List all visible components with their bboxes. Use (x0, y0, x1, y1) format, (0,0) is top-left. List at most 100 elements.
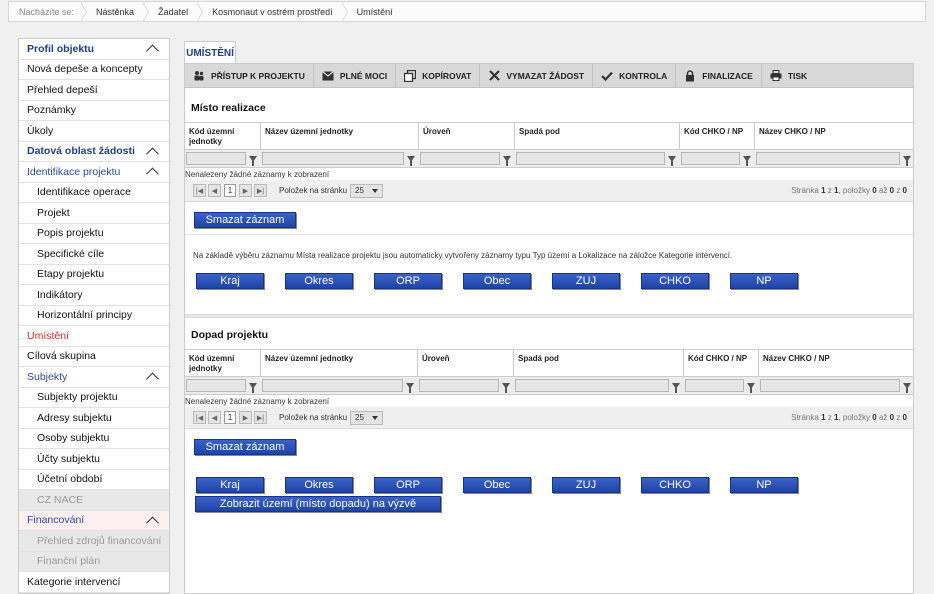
filter-input[interactable] (515, 379, 669, 392)
filter-icon[interactable] (672, 382, 680, 393)
col-spada-pod[interactable]: Spadá pod (515, 123, 680, 149)
chevron-up-icon[interactable] (146, 372, 159, 386)
col-spada-pod[interactable]: Spadá pod (514, 350, 684, 376)
filter-icon[interactable] (502, 382, 510, 393)
last-page-button[interactable]: ▶| (254, 411, 267, 424)
sidebar-item-7[interactable]: Identifikace operace (19, 183, 169, 203)
show-area-button[interactable]: Zobrazit území (místo dopadu) na výzvě (195, 496, 441, 512)
filter-input[interactable] (516, 152, 665, 165)
sidebar-item-8[interactable]: Projekt (19, 203, 169, 224)
level-button-kraj-dopad[interactable]: Kraj (196, 477, 264, 493)
finalize-button[interactable]: FINALIZACE (676, 64, 762, 87)
filter-input[interactable] (262, 152, 404, 165)
last-page-button[interactable]: ▶| (254, 184, 267, 197)
level-button-okres[interactable]: Okres (285, 273, 353, 289)
breadcrumb-item-zadatel[interactable]: Žadatel (142, 2, 200, 22)
print-button[interactable]: TISK (762, 64, 815, 87)
filter-nazev-chko[interactable] (759, 379, 913, 393)
filter-input[interactable] (756, 152, 900, 165)
sidebar-item-17[interactable]: Subjekty projektu (19, 388, 169, 408)
page-number[interactable]: 1 (224, 411, 236, 424)
chevron-up-icon[interactable] (146, 44, 159, 58)
sidebar-item-11[interactable]: Etapy projektu (19, 265, 169, 285)
filter-spada-pod[interactable] (514, 379, 684, 393)
col-nazev[interactable]: Název územní jednotky (261, 350, 418, 376)
level-button-obec[interactable]: Obec (463, 273, 531, 289)
filter-spada-pod[interactable] (515, 152, 680, 166)
level-button-zuj-dopad[interactable]: ZUJ (552, 477, 620, 493)
level-button-chko[interactable]: CHKO (641, 273, 709, 289)
sidebar-item-12[interactable]: Indikátory (19, 285, 169, 306)
col-kod[interactable]: Kód územní jednotky (185, 350, 261, 376)
sidebar-item-19[interactable]: Osoby subjektu (19, 429, 169, 449)
filter-icon[interactable] (903, 155, 911, 166)
delete-record-button[interactable]: Smazat záznam (194, 212, 296, 228)
filter-input[interactable] (760, 379, 900, 392)
filter-icon[interactable] (903, 382, 911, 393)
sidebar-item-23[interactable]: Financování (19, 510, 169, 531)
filter-kod-chko[interactable] (680, 152, 755, 166)
filter-icon[interactable] (249, 382, 257, 393)
col-kod-chko[interactable]: Kód CHKO / NP (680, 123, 755, 149)
filter-input[interactable] (685, 379, 744, 392)
level-button-orp[interactable]: ORP (374, 273, 442, 289)
filter-input[interactable] (262, 379, 403, 392)
level-button-zuj[interactable]: ZUJ (552, 273, 620, 289)
sidebar-item-21[interactable]: Účetní období (19, 470, 169, 490)
next-page-button[interactable]: ▶ (239, 411, 252, 424)
level-button-okres-dopad[interactable]: Okres (285, 477, 353, 493)
filter-input[interactable] (681, 152, 740, 165)
col-nazev-chko[interactable]: Název CHKO / NP (755, 123, 913, 149)
level-button-orp-dopad[interactable]: ORP (374, 477, 442, 493)
col-kod-chko[interactable]: Kód CHKO / NP (684, 350, 759, 376)
prev-page-button[interactable]: ◀ (208, 184, 221, 197)
access-project-button[interactable]: PŘÍSTUP K PROJEKTU (185, 64, 314, 87)
filter-nazev[interactable] (261, 152, 419, 166)
filter-uroven[interactable] (419, 152, 515, 166)
filter-icon[interactable] (743, 155, 751, 166)
sidebar-item-9[interactable]: Popis projektu (19, 224, 169, 244)
col-kod[interactable]: Kód územní jednotky (185, 123, 261, 149)
tab-umisteni[interactable]: UMÍSTĚNÍ (184, 41, 236, 64)
filter-kod[interactable] (185, 152, 261, 166)
filter-icon[interactable] (503, 155, 511, 166)
level-button-obec-dopad[interactable]: Obec (463, 477, 531, 493)
sidebar-item-1[interactable]: Nová depeše a koncepty (19, 60, 169, 80)
filter-input[interactable] (419, 379, 499, 392)
sidebar-item-18[interactable]: Adresy subjektu (19, 408, 169, 429)
filter-icon[interactable] (668, 155, 676, 166)
filter-icon[interactable] (249, 155, 257, 166)
level-button-kraj[interactable]: Kraj (196, 273, 264, 289)
sidebar-item-15[interactable]: Cílová skupina (19, 347, 169, 367)
filter-kod-chko[interactable] (684, 379, 759, 393)
sidebar-item-2[interactable]: Přehled depeší (19, 80, 169, 101)
filter-input[interactable] (186, 379, 246, 392)
filter-uroven[interactable] (418, 379, 514, 393)
page-number[interactable]: 1 (224, 184, 236, 197)
chevron-up-icon[interactable] (146, 167, 159, 181)
breadcrumb-item-project[interactable]: Kosmonaut v ostrém prostředí (196, 2, 345, 22)
filter-icon[interactable] (406, 382, 414, 393)
sidebar-item-4[interactable]: Úkoly (19, 121, 169, 142)
breadcrumb-item-nastenka[interactable]: Nástěnka (80, 2, 146, 22)
level-button-np[interactable]: NP (730, 273, 798, 289)
first-page-button[interactable]: |◀ (193, 411, 206, 424)
sidebar-item-14[interactable]: Umístění (19, 326, 169, 347)
col-nazev[interactable]: Název územní jednotky (261, 123, 419, 149)
filter-icon[interactable] (747, 382, 755, 393)
sidebar-item-3[interactable]: Poznámky (19, 101, 169, 121)
per-page-select[interactable]: 25 (350, 410, 384, 425)
sidebar-item-16[interactable]: Subjekty (19, 367, 169, 388)
col-uroven[interactable]: Úroveň (419, 123, 515, 149)
filter-input[interactable] (186, 152, 246, 165)
chevron-up-icon[interactable] (146, 147, 159, 160)
sidebar-item-26[interactable]: Kategorie intervencí (19, 572, 169, 593)
chevron-up-icon[interactable] (146, 516, 159, 529)
sidebar-item-0[interactable]: Profil objektu (19, 39, 169, 60)
sidebar-item-5[interactable]: Datová oblast žádosti (19, 142, 169, 162)
sidebar-item-13[interactable]: Horizontální principy (19, 306, 169, 326)
delete-record-button-dopad[interactable]: Smazat záznam (194, 439, 296, 455)
col-uroven[interactable]: Úroveň (418, 350, 514, 376)
filter-kod[interactable] (185, 379, 261, 393)
sidebar-item-6[interactable]: Identifikace projektu (19, 162, 169, 183)
